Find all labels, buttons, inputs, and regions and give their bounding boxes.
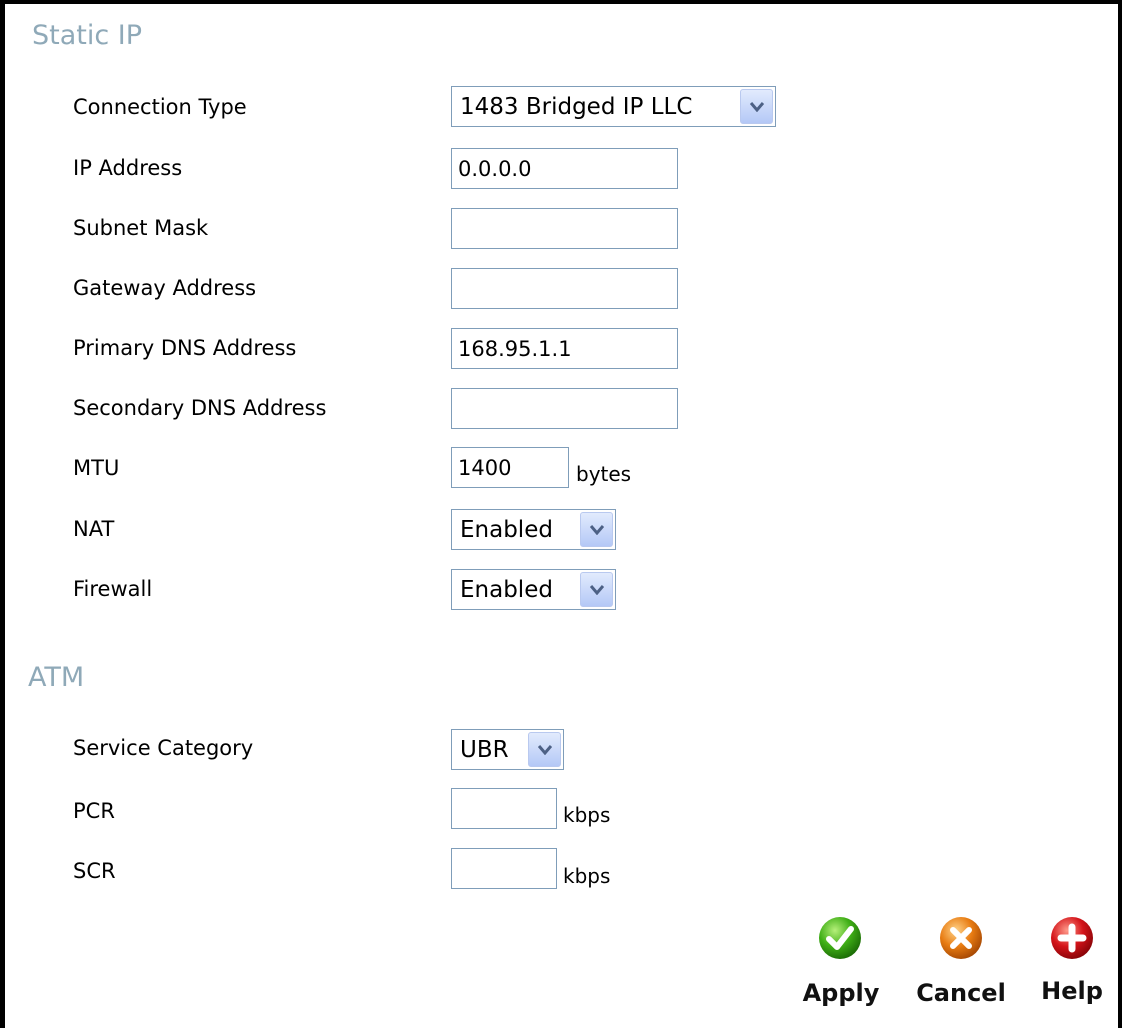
connection-type-label: Connection Type [73, 95, 247, 119]
service-category-value: UBR [460, 737, 509, 763]
pcr-field[interactable] [451, 788, 557, 829]
help-button[interactable]: Help [1032, 916, 1112, 1012]
section-title-atm: ATM [28, 662, 85, 693]
section-title-static-ip: Static IP [32, 20, 143, 51]
secondary-dns-label: Secondary DNS Address [73, 396, 327, 420]
subnet-mask-field[interactable] [451, 208, 678, 249]
mtu-unit: bytes [576, 462, 632, 486]
chevron-down-icon[interactable] [580, 512, 613, 547]
primary-dns-label: Primary DNS Address [73, 336, 297, 360]
cancel-label: Cancel [916, 979, 1006, 1007]
scr-label: SCR [73, 859, 116, 883]
nat-select[interactable]: Enabled [451, 509, 616, 550]
subnet-mask-label: Subnet Mask [73, 216, 209, 240]
service-category-label: Service Category [73, 736, 254, 760]
apply-label: Apply [802, 979, 880, 1007]
nat-label: NAT [73, 517, 115, 541]
firewall-value: Enabled [460, 577, 553, 603]
apply-button[interactable]: Apply [793, 916, 889, 1012]
secondary-dns-field[interactable] [451, 388, 678, 429]
ip-address-field[interactable] [451, 148, 678, 189]
gateway-address-label: Gateway Address [73, 276, 257, 300]
scr-unit: kbps [563, 864, 611, 888]
pcr-label: PCR [73, 799, 115, 823]
help-label: Help [1041, 977, 1103, 1005]
gateway-address-field[interactable] [451, 268, 678, 309]
x-icon [940, 917, 982, 959]
connection-type-value: 1483 Bridged IP LLC [460, 94, 693, 120]
mtu-label: MTU [73, 456, 120, 480]
chevron-down-icon[interactable] [528, 732, 561, 767]
service-category-select[interactable]: UBR [451, 729, 564, 770]
mtu-field[interactable] [451, 447, 569, 488]
cancel-button[interactable]: Cancel [913, 916, 1009, 1012]
firewall-select[interactable]: Enabled [451, 569, 616, 610]
connection-type-select[interactable]: 1483 Bridged IP LLC [451, 86, 776, 127]
scr-field[interactable] [451, 848, 557, 889]
firewall-label: Firewall [73, 577, 153, 601]
nat-value: Enabled [460, 517, 553, 543]
plus-icon [1051, 917, 1093, 959]
chevron-down-icon[interactable] [580, 572, 613, 607]
chevron-down-icon[interactable] [740, 89, 773, 124]
ip-address-label: IP Address [73, 156, 183, 180]
check-icon [819, 917, 861, 959]
pcr-unit: kbps [563, 803, 611, 827]
primary-dns-field[interactable] [451, 328, 678, 369]
